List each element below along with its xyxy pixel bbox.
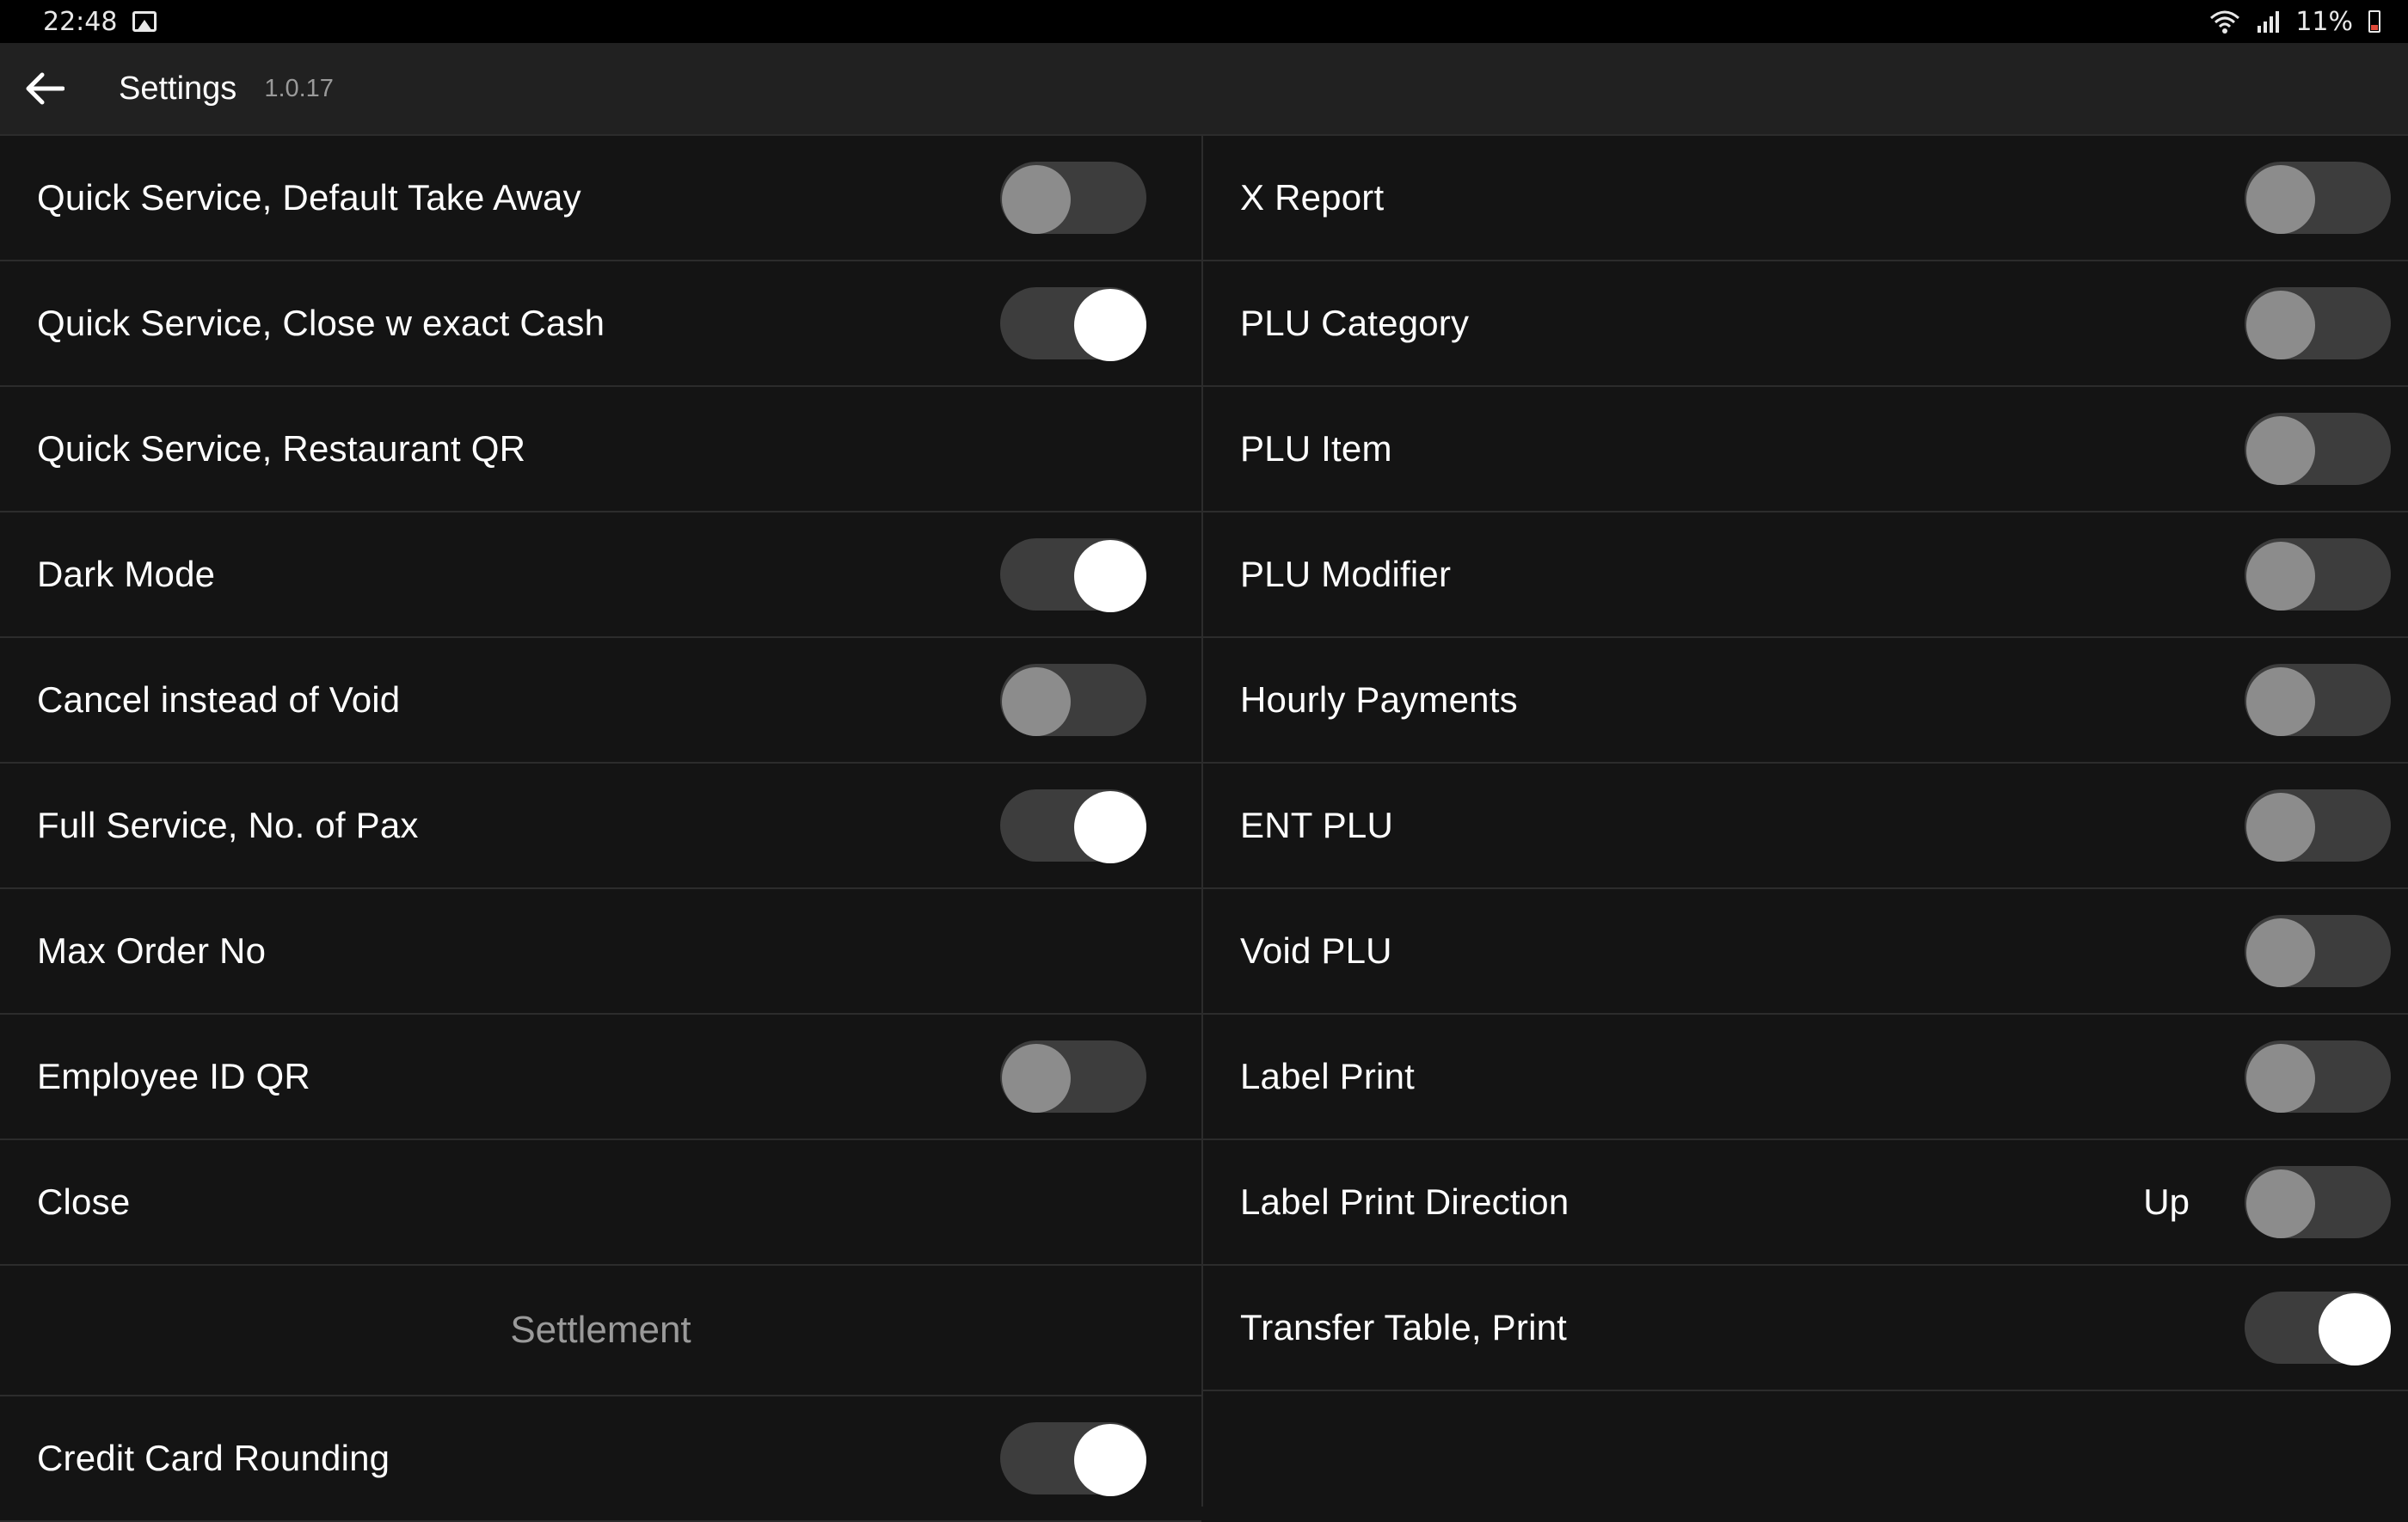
- toggle-knob: [2246, 1044, 2315, 1113]
- toggle-knob: [1074, 1424, 1146, 1496]
- image-icon: [132, 11, 157, 32]
- setting-label: Void PLU: [1240, 930, 1392, 971]
- setting-label: PLU Modifier: [1240, 554, 1452, 594]
- section-label: Settlement: [510, 1309, 691, 1351]
- setting-label: Full Service, No. of Pax: [37, 805, 419, 845]
- toggle-switch[interactable]: [1000, 664, 1146, 736]
- setting-label: Credit Card Rounding: [37, 1438, 390, 1478]
- battery-icon: [2368, 10, 2380, 33]
- setting-label: Quick Service, Restaurant QR: [37, 428, 526, 469]
- toggle-switch[interactable]: [1000, 287, 1146, 361]
- setting-label: Close: [37, 1181, 131, 1222]
- setting-label: PLU Category: [1240, 303, 1470, 343]
- section-header-settlement: Settlement: [0, 1266, 1201, 1396]
- toggle-switch[interactable]: [2245, 162, 2391, 234]
- toggle-knob: [2246, 793, 2315, 862]
- setting-max-order-no[interactable]: Max Order No: [0, 889, 1201, 1015]
- setting-label: ENT PLU: [1240, 805, 1394, 845]
- setting-label: Label Print: [1240, 1056, 1415, 1096]
- toggle-knob: [1074, 289, 1146, 361]
- setting-label: X Report: [1240, 177, 1385, 218]
- setting-dark-mode[interactable]: Dark Mode: [0, 512, 1201, 638]
- toggle-switch[interactable]: [1000, 538, 1146, 612]
- setting-hourly-payments[interactable]: Hourly Payments: [1203, 638, 2408, 764]
- toggle-knob: [1002, 1044, 1071, 1113]
- toggle-knob: [1074, 540, 1146, 612]
- setting-value: Up: [2143, 1181, 2190, 1222]
- signal-icon: [2258, 11, 2280, 33]
- settings-right-column: X Report PLU Category PLU Item PLU Modif…: [1203, 136, 2408, 1507]
- setting-transfer-table-print[interactable]: Transfer Table, Print: [1203, 1266, 2408, 1391]
- arrow-left-icon: [26, 72, 64, 105]
- toggle-knob: [1002, 667, 1071, 736]
- toggle-switch[interactable]: [1000, 162, 1146, 234]
- toggle-switch[interactable]: [2245, 915, 2391, 987]
- setting-quick-service-exact-cash[interactable]: Quick Service, Close w exact Cash: [0, 261, 1201, 387]
- toggle-switch[interactable]: [2245, 287, 2391, 359]
- setting-cancel-instead-of-void[interactable]: Cancel instead of Void: [0, 638, 1201, 764]
- toggle-switch[interactable]: [1000, 1422, 1146, 1496]
- setting-x-report[interactable]: X Report: [1203, 136, 2408, 261]
- status-time: 22:48: [43, 6, 118, 37]
- toggle-knob: [1002, 165, 1071, 234]
- toggle-switch[interactable]: [2245, 789, 2391, 862]
- page-title: Settings: [119, 70, 237, 107]
- toggle-switch[interactable]: [2245, 1040, 2391, 1113]
- setting-label: Cancel instead of Void: [37, 679, 401, 720]
- setting-label: Hourly Payments: [1240, 679, 1518, 720]
- settings-left-column: Quick Service, Default Take Away Quick S…: [0, 136, 1203, 1522]
- status-left: 22:48: [43, 7, 157, 37]
- setting-label: PLU Item: [1240, 428, 1392, 469]
- wifi-icon: [2210, 10, 2240, 34]
- toggle-knob: [2246, 416, 2315, 485]
- setting-label: Transfer Table, Print: [1240, 1307, 1568, 1347]
- toggle-switch[interactable]: [1000, 1040, 1146, 1113]
- setting-credit-card-rounding[interactable]: Credit Card Rounding: [0, 1396, 1201, 1522]
- setting-full-service-pax[interactable]: Full Service, No. of Pax: [0, 764, 1201, 889]
- setting-label: Quick Service, Close w exact Cash: [37, 303, 605, 343]
- toggle-knob: [2246, 165, 2315, 234]
- status-bar: 22:48 11%: [0, 0, 2408, 43]
- toggle-knob: [2246, 1169, 2315, 1238]
- toggle-switch[interactable]: [2245, 413, 2391, 485]
- toggle-switch[interactable]: [2245, 538, 2391, 611]
- setting-label: Quick Service, Default Take Away: [37, 177, 581, 218]
- setting-label-print[interactable]: Label Print: [1203, 1015, 2408, 1140]
- setting-plu-modifier[interactable]: PLU Modifier: [1203, 512, 2408, 638]
- setting-label: Dark Mode: [37, 554, 216, 594]
- back-button[interactable]: [0, 42, 89, 135]
- settings-content: Quick Service, Default Take Away Quick S…: [0, 136, 2408, 1522]
- setting-void-plu[interactable]: Void PLU: [1203, 889, 2408, 1015]
- toggle-switch[interactable]: [2245, 1166, 2391, 1238]
- setting-label-print-direction[interactable]: Label Print Direction Up: [1203, 1140, 2408, 1266]
- toggle-knob: [2246, 918, 2315, 987]
- setting-plu-item[interactable]: PLU Item: [1203, 387, 2408, 512]
- toggle-knob: [2246, 667, 2315, 736]
- setting-label: Max Order No: [37, 930, 267, 971]
- setting-quick-service-restaurant-qr[interactable]: Quick Service, Restaurant QR: [0, 387, 1201, 512]
- app-bar: Settings 1.0.17: [0, 43, 2408, 136]
- setting-label: Employee ID QR: [37, 1056, 310, 1096]
- setting-quick-service-take-away[interactable]: Quick Service, Default Take Away: [0, 136, 1201, 261]
- app-version: 1.0.17: [264, 74, 334, 102]
- setting-plu-category[interactable]: PLU Category: [1203, 261, 2408, 387]
- battery-percent: 11%: [2295, 6, 2353, 37]
- setting-label: Label Print Direction: [1240, 1181, 1570, 1222]
- toggle-knob: [2246, 291, 2315, 359]
- toggle-switch[interactable]: [1000, 789, 1146, 863]
- status-right: 11%: [2209, 7, 2380, 37]
- toggle-knob: [2319, 1293, 2391, 1366]
- setting-ent-plu[interactable]: ENT PLU: [1203, 764, 2408, 889]
- toggle-knob: [2246, 542, 2315, 611]
- toggle-switch[interactable]: [2245, 664, 2391, 736]
- setting-close[interactable]: Close: [0, 1140, 1201, 1266]
- setting-employee-id-qr[interactable]: Employee ID QR: [0, 1015, 1201, 1140]
- toggle-knob: [1074, 791, 1146, 863]
- toggle-switch[interactable]: [2245, 1292, 2391, 1366]
